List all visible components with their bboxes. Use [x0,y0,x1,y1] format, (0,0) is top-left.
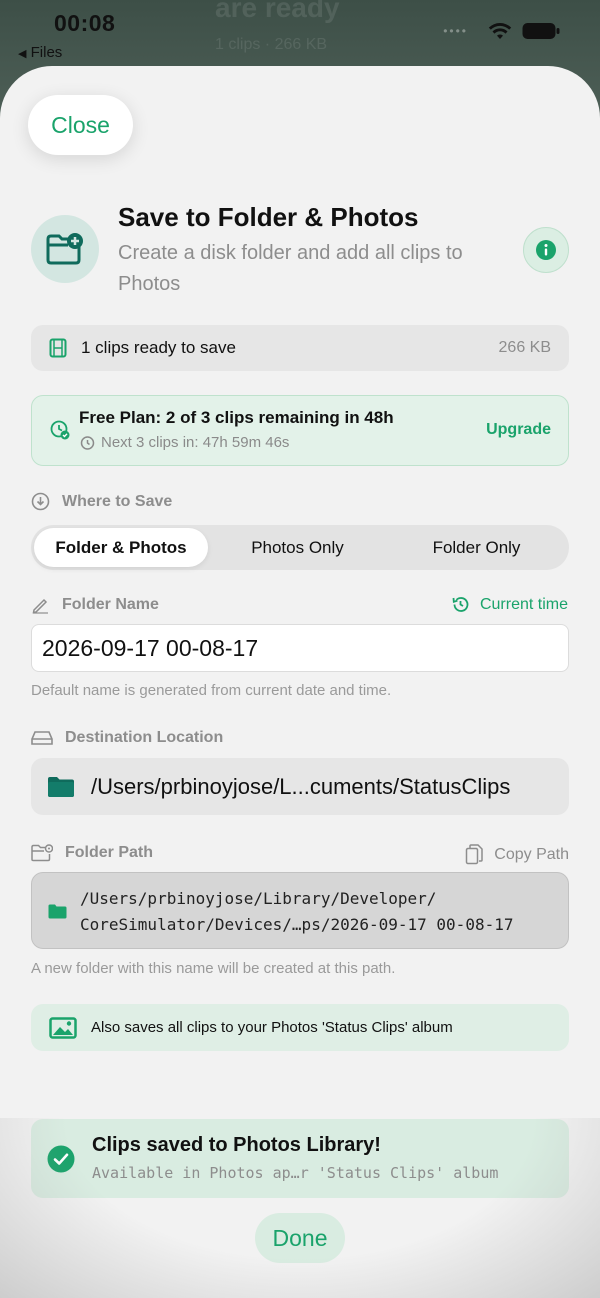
folder-path-header: Folder Path [31,844,153,862]
photo-icon [49,1016,77,1039]
upgrade-button[interactable]: Upgrade [486,421,551,439]
destination-location-button[interactable]: /Users/prbinoyjose/L...cuments/StatusCli… [31,758,569,815]
folder-name-hint: Default name is generated from current d… [31,682,392,699]
current-time-label: Current time [479,595,568,613]
wifi-icon [488,23,512,39]
folder-gear-icon [31,844,53,862]
timer-icon [80,436,95,450]
folder-path-line-2: CoreSimulator/Devices/…ps/2026-09-17 00-… [80,915,514,934]
clips-summary-card: 1 clips ready to save 266 KB [31,325,569,371]
plan-next-row: Next 3 clips in: 47h 59m 46s [80,434,289,451]
checkmark-circle-icon [47,1145,75,1173]
back-label: Files [30,44,63,61]
destination-header: Destination Location [31,729,223,747]
folder-name-header: Folder Name [31,595,159,614]
background-title: are ready [215,0,340,23]
status-time: 00:08 [54,10,116,36]
copy-path-label: Copy Path [494,845,569,863]
done-button[interactable]: Done [255,1213,345,1263]
copy-document-icon [466,844,484,865]
save-mode-segmented-control: Folder & Photos Photos Only Folder Only [31,525,569,570]
info-icon [536,240,556,260]
where-to-save-label: Where to Save [62,492,173,510]
photos-album-label: Also saves all clips to your Photos 'Sta… [91,1019,453,1036]
pencil-icon [32,598,48,614]
folder-path-line-1: /Users/prbinoyjose/Library/Developer/ [80,889,437,908]
folder-name-label: Folder Name [62,595,159,613]
back-arrow-icon: ◀ [18,48,27,60]
sheet-title: Save to Folder & Photos [118,202,419,232]
segment-folder-and-photos[interactable]: Folder & Photos [34,528,208,567]
current-time-button[interactable]: Current time [451,595,568,614]
folder-badge-plus-icon [31,215,99,283]
clock-arrow-icon [452,597,469,612]
folder-path-label: Folder Path [65,844,154,861]
photos-album-note: Also saves all clips to your Photos 'Sta… [31,1004,569,1051]
folder-path-text: /Users/prbinoyjose/Library/Developer/ Co… [80,886,513,938]
info-button[interactable] [523,227,569,273]
where-to-save-header: Where to Save [31,492,172,511]
clips-size: 266 KB [498,339,551,356]
plan-next-label: Next 3 clips in: 47h 59m 46s [101,434,290,451]
folder-icon [48,776,74,797]
clock-badge-icon [50,420,70,440]
copy-path-button[interactable]: Copy Path [465,844,569,865]
status-icons: •••• [443,22,560,40]
folder-path-hint: A new folder with this name will be crea… [31,960,396,977]
signal-dots-icon: •••• [443,24,468,38]
destination-label: Destination Location [65,729,224,746]
background-subtitle: 1 clips · 266 KB [215,36,328,53]
segment-folder-only[interactable]: Folder Only [387,528,566,567]
film-strip-icon [49,338,67,358]
saved-subtitle: Available in Photos ap…r 'Status Clips' … [92,1164,499,1182]
back-to-files-button[interactable]: ◀ Files [18,44,62,61]
destination-path: /Users/prbinoyjose/L...cuments/StatusCli… [91,773,511,799]
sheet-subtitle: Create a disk folder and add all clips t… [118,242,463,295]
battery-icon [522,23,560,39]
download-circle-icon [31,492,50,511]
save-sheet: Close Save to Folder & Photos Create a d… [0,66,600,1298]
drive-icon [31,731,53,745]
free-plan-card: Free Plan: 2 of 3 clips remaining in 48h… [31,395,569,466]
segment-photos-only[interactable]: Photos Only [208,528,387,567]
folder-path-box: /Users/prbinoyjose/Library/Developer/ Co… [31,872,569,949]
saved-title: Clips saved to Photos Library! [92,1134,381,1156]
close-button[interactable]: Close [28,95,133,155]
folder-small-icon [48,904,67,919]
clips-ready-label: 1 clips ready to save [81,338,236,357]
plan-title: Free Plan: 2 of 3 clips remaining in 48h [79,408,394,427]
folder-name-input[interactable]: 2026-09-17 00-08-17 [31,624,569,672]
saved-success-banner: Clips saved to Photos Library! Available… [31,1119,569,1198]
